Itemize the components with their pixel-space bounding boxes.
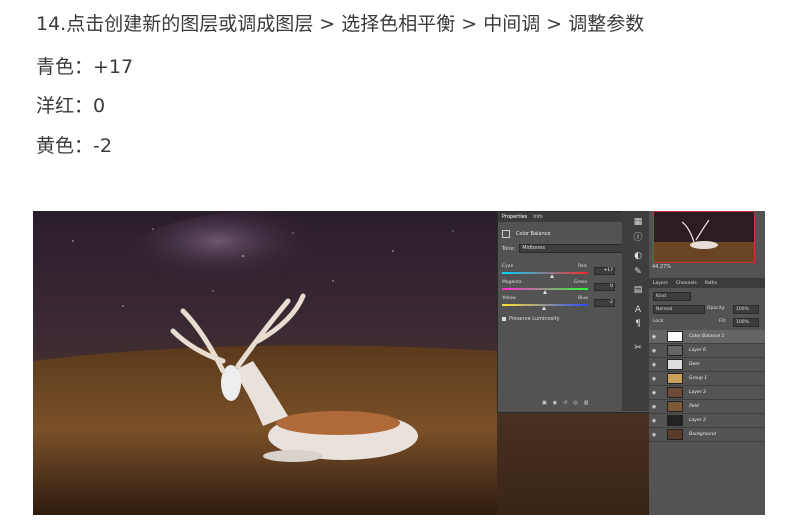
tools-icon[interactable]: ✂: [633, 343, 643, 353]
param-yellow: 黄色：-2: [36, 134, 112, 158]
green-label: Green: [574, 280, 588, 285]
layer-name: field: [689, 404, 699, 409]
layers-tabs: Layers Channels Paths: [649, 278, 765, 288]
param-value: +17: [93, 56, 134, 78]
tab-paths[interactable]: Paths: [705, 281, 717, 286]
tab-channels[interactable]: Channels: [676, 281, 697, 286]
magenta-label: Magenta: [502, 280, 522, 285]
zoom-level[interactable]: 44.27%: [652, 264, 671, 270]
magenta-green-knob[interactable]: [543, 290, 547, 294]
blue-label: Blue: [578, 296, 588, 301]
navigator-preview[interactable]: [653, 211, 755, 263]
delete-icon[interactable]: ▥: [584, 400, 589, 406]
layer-name: Color Balance 1: [689, 334, 725, 339]
param-value: 0: [93, 95, 106, 117]
layer-row[interactable]: ◉ Layer 6: [649, 344, 765, 358]
layer-name: Background: [689, 432, 716, 437]
opacity-label: Opacity:: [707, 306, 726, 311]
kind-filter[interactable]: Kind: [653, 292, 691, 301]
reset-icon[interactable]: ↺: [563, 400, 567, 406]
layer-thumbnail: [667, 359, 683, 370]
eye-icon[interactable]: ◉: [649, 334, 659, 340]
preserve-checkbox[interactable]: [502, 317, 506, 321]
blend-mode-select[interactable]: Normal: [653, 305, 705, 314]
tone-label: Tone:: [502, 245, 516, 252]
fill-label: Fill:: [719, 319, 727, 324]
layer-name: Layer 3: [689, 390, 706, 395]
cyan-red-knob[interactable]: [549, 274, 554, 278]
eye-icon[interactable]: ◉: [649, 432, 659, 438]
brush-icon[interactable]: ✎: [633, 267, 643, 277]
photoshop-screenshot: Properties Info Color Balance Tone: Midt…: [33, 211, 765, 515]
cyan-label: Cyan: [502, 264, 514, 269]
paragraph-icon[interactable]: ¶: [633, 319, 643, 329]
param-label: 青色：: [36, 56, 94, 78]
opacity-field[interactable]: 100%: [733, 305, 759, 314]
param-magenta: 洋红：0: [36, 94, 105, 118]
layer-thumbnail: [667, 345, 683, 356]
layer-name: Group 1: [689, 376, 708, 381]
layer-thumbnail: [667, 373, 683, 384]
visibility-icon[interactable]: ◎: [573, 400, 577, 406]
layer-row[interactable]: ◉ Deer: [649, 358, 765, 372]
layer-row[interactable]: ◉ Group 1: [649, 372, 765, 386]
adjustment-title: Color Balance: [516, 231, 551, 237]
info-icon[interactable]: ⓘ: [633, 233, 643, 243]
color-balance-icon: [502, 230, 510, 238]
fill-field[interactable]: 100%: [733, 318, 759, 327]
layer-row[interactable]: ◉ Layer 3: [649, 386, 765, 400]
param-value: -2: [93, 135, 112, 157]
param-cyan: 青色：+17: [36, 55, 133, 79]
layer-thumbnail: [667, 331, 683, 342]
layer-row[interactable]: ◉ field: [649, 400, 765, 414]
character-icon[interactable]: A: [633, 305, 643, 315]
layer-name: Layer 2: [689, 418, 706, 423]
tab-properties[interactable]: Properties: [502, 214, 527, 220]
layer-row[interactable]: ◉ Background: [649, 428, 765, 442]
yellow-label: Yellow: [502, 296, 516, 301]
magenta-green-value[interactable]: 0: [594, 283, 615, 291]
lock-label: Lock:: [653, 319, 665, 324]
red-label: Red: [578, 264, 587, 269]
eye-icon[interactable]: ◉: [649, 418, 659, 424]
layer-thumbnail: [667, 387, 683, 398]
layer-row[interactable]: ◉ Layer 2: [649, 414, 765, 428]
layers-panel: Layers Channels Paths Kind Normal Opacit…: [649, 278, 765, 515]
yellow-blue-value[interactable]: -2: [594, 299, 615, 307]
eye-icon[interactable]: ◉: [649, 362, 659, 368]
layer-name: Layer 6: [689, 348, 706, 353]
layer-thumbnail: [667, 429, 683, 440]
history-icon[interactable]: ▦: [633, 217, 643, 227]
swatches-icon[interactable]: ▤: [633, 285, 643, 295]
eye-icon[interactable]: ◉: [649, 404, 659, 410]
view-previous-icon[interactable]: ◉: [553, 400, 557, 406]
tab-info[interactable]: Info: [533, 214, 542, 220]
layer-thumbnail: [667, 415, 683, 426]
preserve-label: Preserve Luminosity: [509, 316, 560, 322]
tab-layers[interactable]: Layers: [653, 281, 668, 286]
eye-icon[interactable]: ◉: [649, 376, 659, 382]
step-instruction: 14.点击创建新的图层或调成图层 > 选择色相平衡 > 中间调 > 调整参数: [36, 13, 645, 35]
clip-icon[interactable]: ▣: [542, 400, 547, 406]
param-label: 黄色：: [36, 135, 94, 157]
eye-icon[interactable]: ◉: [649, 348, 659, 354]
yellow-blue-knob[interactable]: [542, 306, 547, 310]
eye-icon[interactable]: ◉: [649, 390, 659, 396]
tone-select[interactable]: Midtones: [519, 244, 624, 253]
cyan-red-value[interactable]: +17: [594, 267, 615, 275]
param-label: 洋红：: [36, 95, 94, 117]
cyan-red-slider[interactable]: [502, 272, 588, 274]
layer-name: Deer: [689, 362, 700, 367]
layer-row[interactable]: ◉ Color Balance 1: [649, 330, 765, 344]
layer-thumbnail: [667, 401, 683, 412]
adjustments-icon[interactable]: ◐: [633, 251, 643, 261]
